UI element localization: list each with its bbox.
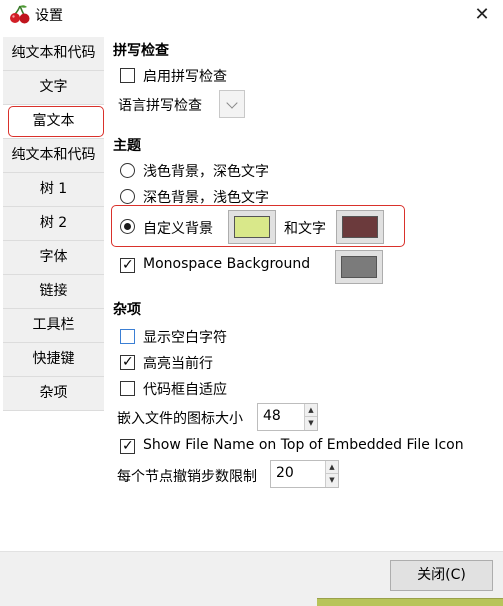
spinner-up-icon[interactable]: ▲ <box>326 461 338 474</box>
sidebar-item-label: 树 2 <box>39 215 68 231</box>
spinner-buttons: ▲ ▼ <box>304 404 317 430</box>
spell-language-label: 语言拼写检查 <box>118 98 202 114</box>
highlight-current-line-label: 高亮当前行 <box>143 356 213 372</box>
theme-custom-label: 自定义背景 <box>143 221 213 237</box>
show-filename-checkbox[interactable]: ✓ <box>120 438 135 454</box>
sidebar-item-text[interactable]: 文字 <box>3 71 104 105</box>
enable-spell-check-label: 启用拼写检查 <box>143 69 227 85</box>
spinner-buttons: ▲ ▼ <box>325 461 338 487</box>
spinner-down-icon[interactable]: ▼ <box>326 474 338 487</box>
sidebar-item-label: 快捷键 <box>32 351 75 367</box>
embedded-icon-size-label: 嵌入文件的图标大小 <box>117 411 243 427</box>
chevron-down-icon <box>226 97 238 109</box>
embedded-icon-size-spinner[interactable]: 48 ▲ ▼ <box>257 403 318 431</box>
close-icon: ✕ <box>474 4 490 25</box>
settings-sidebar: 纯文本和代码 文字 富文本 纯文本和代码 树 1 树 2 字体 链接 工具栏 快… <box>3 37 104 411</box>
checkmark-icon: ✓ <box>122 354 134 370</box>
window-title: 设置 <box>35 8 63 24</box>
undo-limit-value: 20 <box>276 465 294 481</box>
sidebar-item-rich-text[interactable]: 富文本 <box>3 105 104 139</box>
spinner-down-icon[interactable]: ▼ <box>305 417 317 430</box>
theme-custom-radio[interactable] <box>120 219 135 234</box>
highlight-current-line-checkbox[interactable]: ✓ <box>120 354 135 370</box>
undo-limit-label: 每个节点撤销步数限制 <box>117 469 257 485</box>
monospace-background-color-button[interactable] <box>335 250 383 284</box>
undo-limit-spinner[interactable]: 20 ▲ ▼ <box>270 460 339 488</box>
sidebar-item-label: 纯文本和代码 <box>11 45 96 61</box>
checkmark-icon: ✓ <box>122 438 134 454</box>
theme-light-radio[interactable] <box>120 163 135 178</box>
enable-spell-check-checkbox[interactable] <box>120 68 135 83</box>
embedded-icon-size-value: 48 <box>263 408 281 424</box>
misc-header: 杂项 <box>113 302 141 318</box>
spell-language-dropdown[interactable] <box>219 90 245 118</box>
sidebar-item-toolbar[interactable]: 工具栏 <box>3 309 104 343</box>
custom-background-color-button[interactable] <box>228 210 276 244</box>
sidebar-item-label: 字体 <box>39 249 68 265</box>
theme-header: 主题 <box>113 138 141 154</box>
monospace-background-checkbox[interactable]: ✓ <box>120 257 135 273</box>
sidebar-item-links[interactable]: 链接 <box>3 275 104 309</box>
show-filename-label: Show File Name on Top of Embedded File I… <box>143 437 464 453</box>
sidebar-item-label: 文字 <box>39 79 68 95</box>
title-bar: 设置 ✕ <box>0 0 503 30</box>
text-color-swatch <box>342 216 378 238</box>
sidebar-item-label: 杂项 <box>39 385 68 401</box>
codebox-autofit-checkbox[interactable] <box>120 381 135 396</box>
theme-light-label: 浅色背景，深色文字 <box>143 164 269 180</box>
sidebar-item-label: 纯文本和代码 <box>11 147 96 163</box>
sidebar-item-tree-2[interactable]: 树 2 <box>3 207 104 241</box>
codebox-autofit-label: 代码框自适应 <box>143 382 227 398</box>
monospace-background-label: Monospace Background <box>143 256 311 272</box>
custom-text-color-button[interactable] <box>336 210 384 244</box>
sidebar-item-plain-text-code-2[interactable]: 纯文本和代码 <box>3 139 104 173</box>
theme-dark-label: 深色背景，浅色文字 <box>143 190 269 206</box>
sidebar-item-tree-1[interactable]: 树 1 <box>3 173 104 207</box>
close-button[interactable]: 关闭(C) <box>390 560 493 591</box>
cherry-icon <box>10 5 30 24</box>
theme-dark-radio[interactable] <box>120 189 135 204</box>
checkmark-icon: ✓ <box>122 257 134 273</box>
sidebar-item-fonts[interactable]: 字体 <box>3 241 104 275</box>
sidebar-item-misc[interactable]: 杂项 <box>3 377 104 411</box>
close-window-button[interactable]: ✕ <box>462 2 502 28</box>
sidebar-item-label: 链接 <box>39 283 68 299</box>
monospace-color-swatch <box>341 256 377 278</box>
spinner-up-icon[interactable]: ▲ <box>305 404 317 417</box>
sidebar-item-label: 富文本 <box>32 113 75 129</box>
show-whitespace-label: 显示空白字符 <box>143 330 227 346</box>
and-text-label: 和文字 <box>284 221 326 237</box>
background-window-strip <box>317 598 503 606</box>
spell-check-header: 拼写检查 <box>113 43 169 59</box>
sidebar-item-label: 树 1 <box>39 181 68 197</box>
sidebar-item-label: 工具栏 <box>32 317 75 333</box>
sidebar-item-shortcuts[interactable]: 快捷键 <box>3 343 104 377</box>
sidebar-item-plain-text-code[interactable]: 纯文本和代码 <box>3 37 104 71</box>
background-color-swatch <box>234 216 270 238</box>
show-whitespace-checkbox[interactable] <box>120 329 135 344</box>
radio-selected-dot <box>124 223 131 230</box>
